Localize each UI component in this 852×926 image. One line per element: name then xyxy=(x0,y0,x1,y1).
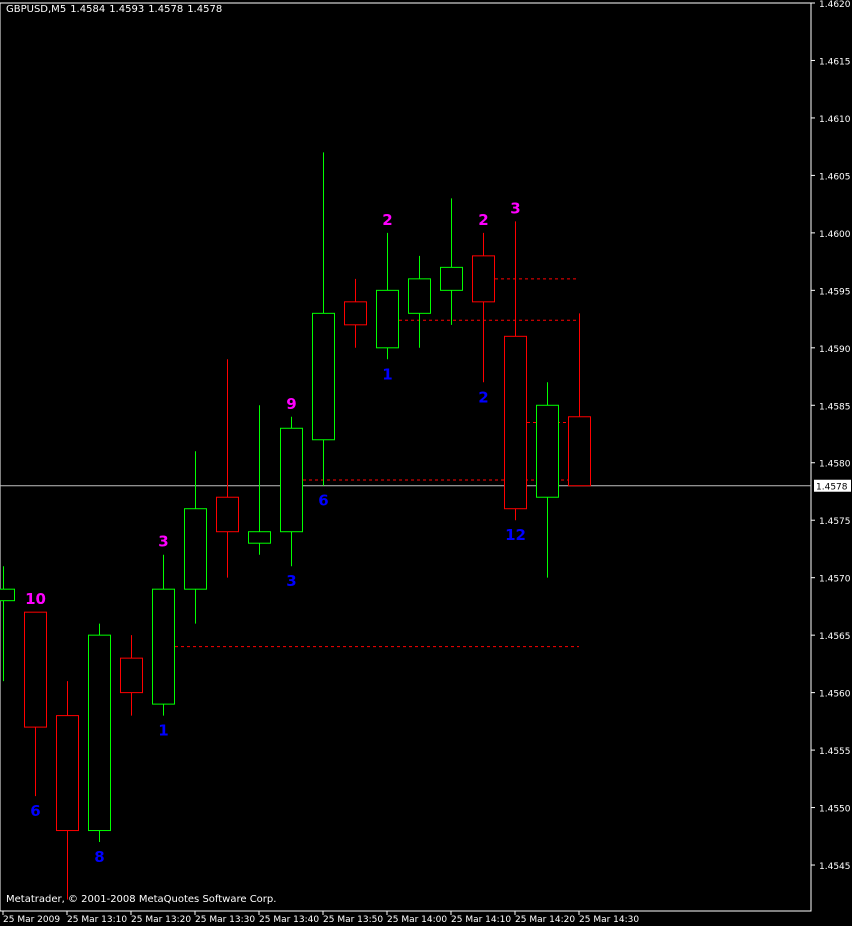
upper-count-label: 9 xyxy=(286,395,296,413)
upper-count-label: 3 xyxy=(158,533,168,551)
price-chart[interactable]: 1.4620 1.4615 1.4610 1.4605 1.4600 1.4595 1.45… xyxy=(0,0,852,926)
candle-body[interactable] xyxy=(280,427,303,533)
y-tick-label: 1.4565 xyxy=(819,632,851,642)
y-tick-label: 1.4610 xyxy=(819,115,851,125)
chart-window[interactable]: GBPUSD,M5 1.4584 1.4593 1.4578 1.4578 1.4620… xyxy=(0,0,852,926)
x-tick-label: 25 Mar 13:30 xyxy=(195,915,255,925)
candle-body[interactable] xyxy=(312,312,335,441)
plot-frame xyxy=(0,2,812,912)
candle-body[interactable] xyxy=(568,416,591,487)
candle-body[interactable] xyxy=(216,496,239,533)
candle-body[interactable] xyxy=(248,531,271,544)
lower-count-label: 6 xyxy=(30,802,40,820)
y-tick-label: 1.4550 xyxy=(819,805,851,815)
y-tick-label: 1.4545 xyxy=(819,862,851,872)
y-tick-label: 1.4620 xyxy=(819,0,851,10)
x-tick-label: 25 Mar 2009 xyxy=(3,915,60,925)
y-tick-label: 1.4590 xyxy=(819,345,851,355)
x-tick-label: 25 Mar 14:00 xyxy=(387,915,447,925)
candle-body[interactable] xyxy=(152,588,175,705)
candle-body[interactable] xyxy=(440,266,463,291)
lower-count-label: 1 xyxy=(158,722,168,740)
copyright-text: Metatrader, © 2001-2008 MetaQuotes Softw… xyxy=(6,894,277,905)
candle-body[interactable] xyxy=(376,289,399,349)
candle-body[interactable] xyxy=(120,657,143,694)
y-tick-label: 1.4575 xyxy=(819,517,851,527)
x-tick-label: 25 Mar 14:30 xyxy=(579,915,639,925)
candle-body[interactable] xyxy=(0,588,15,602)
x-tick-label: 25 Mar 14:20 xyxy=(515,915,575,925)
candle-body[interactable] xyxy=(344,301,367,326)
candle-body[interactable] xyxy=(536,404,559,498)
x-tick-label: 25 Mar 13:40 xyxy=(259,915,319,925)
x-tick-label: 25 Mar 13:20 xyxy=(131,915,191,925)
candle-body[interactable] xyxy=(504,335,527,510)
upper-count-label: 10 xyxy=(25,590,46,608)
lower-count-label: 8 xyxy=(94,848,104,866)
upper-count-label: 3 xyxy=(510,199,520,217)
candle-body[interactable] xyxy=(472,255,495,303)
y-tick-label: 1.4615 xyxy=(819,57,851,67)
lower-count-label: 12 xyxy=(505,526,526,544)
candle-body[interactable] xyxy=(56,715,79,832)
y-tick-label: 1.4580 xyxy=(819,460,851,470)
y-tick-label: 1.4570 xyxy=(819,575,851,585)
y-tick-label: 1.4600 xyxy=(819,230,851,240)
lower-count-label: 6 xyxy=(318,492,328,510)
x-tick-label: 25 Mar 14:10 xyxy=(451,915,511,925)
candle-body[interactable] xyxy=(408,278,431,314)
x-tick-label: 25 Mar 13:10 xyxy=(67,915,127,925)
y-tick-label: 1.4555 xyxy=(819,747,851,757)
candle-body[interactable] xyxy=(88,634,111,832)
y-tick-label: 1.4605 xyxy=(819,172,851,182)
y-tick-label: 1.4560 xyxy=(819,690,851,700)
lower-count-label: 3 xyxy=(286,572,296,590)
y-tick-label: 1.4585 xyxy=(819,402,851,412)
upper-count-label: 2 xyxy=(382,211,392,229)
y-tick-label: 1.4595 xyxy=(819,287,851,297)
candle-body[interactable] xyxy=(24,611,47,728)
lower-count-label: 1 xyxy=(382,365,392,383)
current-price-label: 1.4578 xyxy=(816,483,848,493)
x-tick-label: 25 Mar 13:50 xyxy=(323,915,383,925)
upper-count-label: 2 xyxy=(478,211,488,229)
lower-count-label: 2 xyxy=(478,388,488,406)
candle-body[interactable] xyxy=(184,508,207,590)
